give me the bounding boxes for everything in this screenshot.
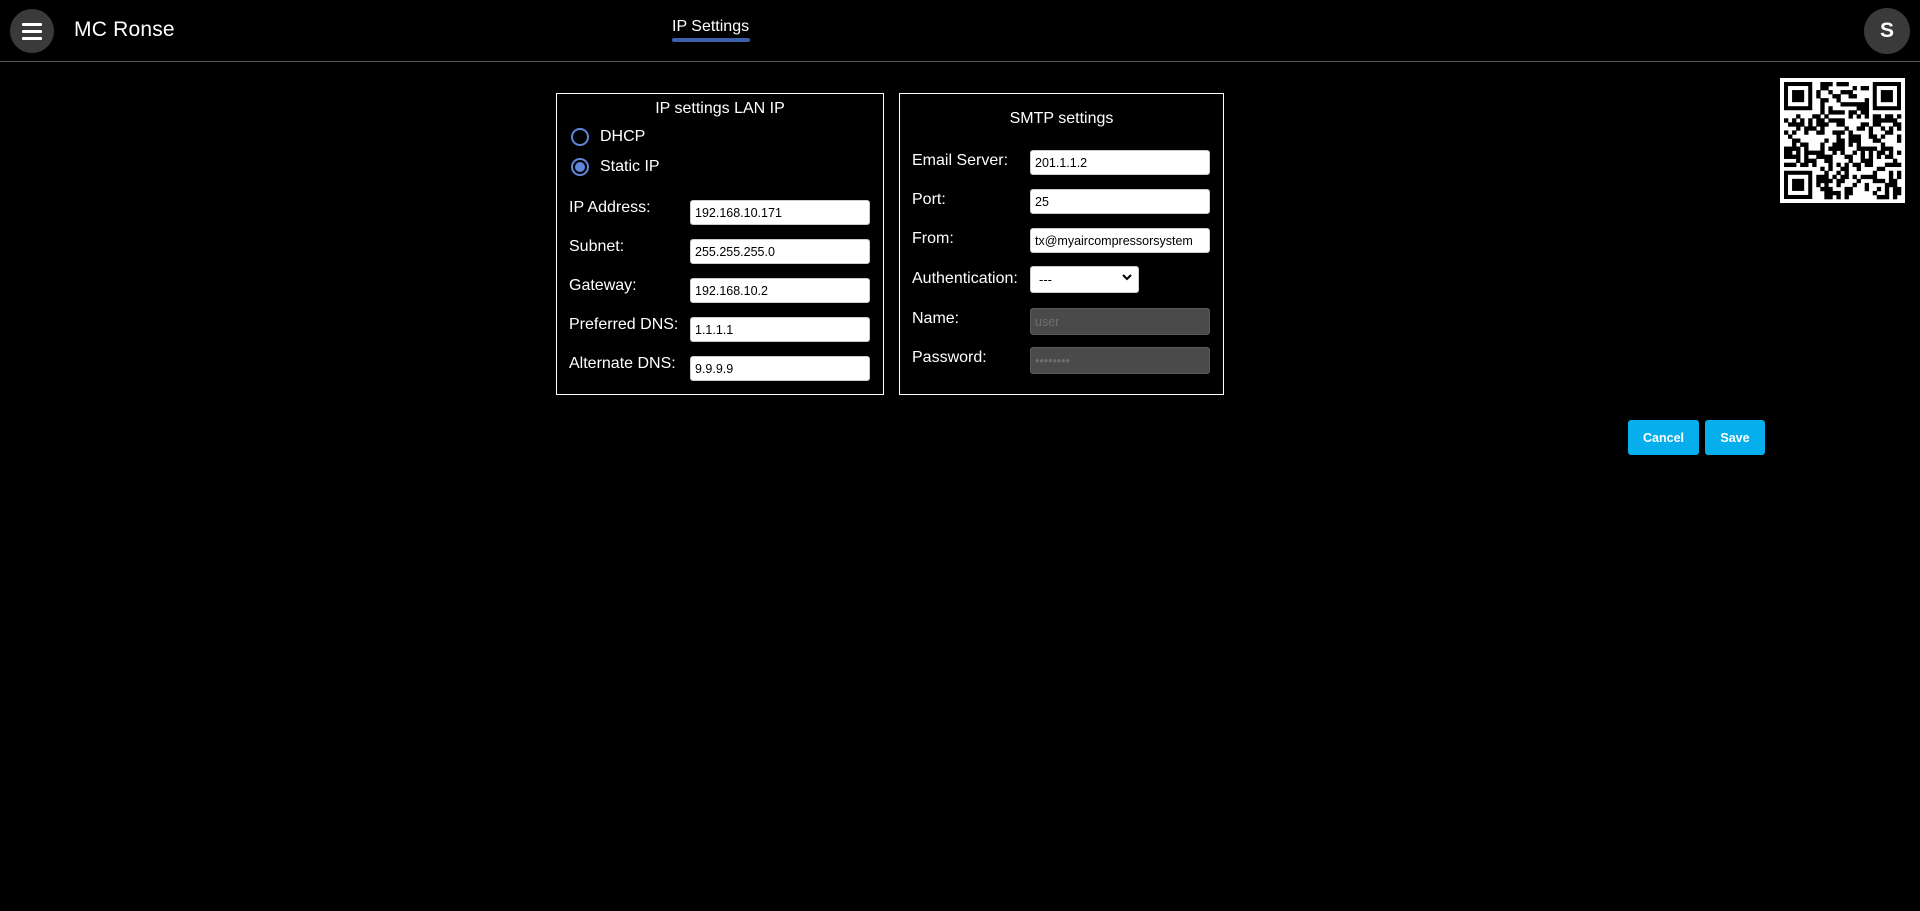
dhcp-label: DHCP: [600, 128, 646, 145]
app-title: MC Ronse: [74, 18, 175, 41]
gateway-label: Gateway:: [569, 277, 637, 294]
static-ip-label: Static IP: [600, 158, 660, 175]
from-label: From:: [912, 230, 954, 247]
smtp-settings-panel: SMTP settings Email Server: Port: From: …: [899, 93, 1224, 395]
chevron-down-icon: [1122, 271, 1132, 286]
password-label: Password:: [912, 349, 987, 366]
tab-ip-settings[interactable]: IP Settings: [672, 18, 749, 36]
from-input[interactable]: [1030, 228, 1210, 253]
email-server-input[interactable]: [1030, 150, 1210, 175]
preferred-dns-label: Preferred DNS:: [569, 316, 679, 333]
ip-settings-panel: IP settings LAN IP DHCP Static IP IP Add…: [556, 93, 884, 395]
password-input[interactable]: [1030, 347, 1210, 374]
qr-code-icon: [1780, 78, 1905, 203]
authentication-selected-value: ---: [1039, 272, 1052, 287]
radio-unchecked-icon: [571, 128, 589, 146]
top-bar: MC Ronse IP Settings S: [0, 0, 1920, 62]
preferred-dns-input[interactable]: [690, 317, 870, 342]
name-input[interactable]: [1030, 308, 1210, 335]
ip-settings-title: IP settings LAN IP: [655, 100, 785, 117]
cancel-button[interactable]: Cancel: [1628, 420, 1699, 455]
alternate-dns-input[interactable]: [690, 356, 870, 381]
subnet-label: Subnet:: [569, 238, 625, 255]
active-tab-indicator: [672, 38, 750, 42]
authentication-select[interactable]: ---: [1030, 266, 1139, 293]
port-input[interactable]: [1030, 189, 1210, 214]
radio-checked-icon: [571, 158, 589, 176]
dhcp-radio[interactable]: DHCP: [571, 128, 645, 146]
save-button[interactable]: Save: [1705, 420, 1765, 455]
static-ip-radio[interactable]: Static IP: [571, 158, 660, 176]
port-label: Port:: [912, 191, 946, 208]
ip-address-input[interactable]: [690, 200, 870, 225]
alternate-dns-label: Alternate DNS:: [569, 355, 676, 372]
hamburger-menu-icon: [22, 22, 42, 40]
ip-address-label: IP Address:: [569, 199, 651, 216]
authentication-label: Authentication:: [912, 270, 1018, 287]
email-server-label: Email Server:: [912, 152, 1009, 169]
user-avatar[interactable]: S: [1864, 8, 1910, 54]
name-label: Name:: [912, 310, 960, 327]
gateway-input[interactable]: [690, 278, 870, 303]
smtp-settings-title: SMTP settings: [1009, 110, 1114, 127]
menu-button[interactable]: [10, 9, 54, 53]
subnet-input[interactable]: [690, 239, 870, 264]
